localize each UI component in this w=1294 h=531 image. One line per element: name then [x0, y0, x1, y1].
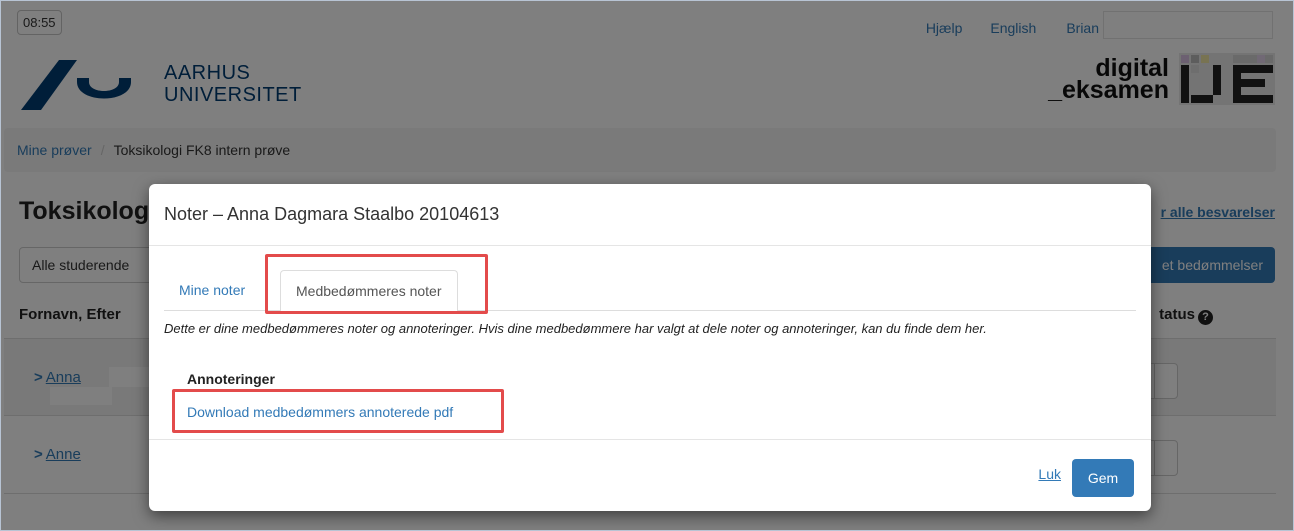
annotations-heading: Annoteringer	[187, 371, 275, 387]
notes-modal: Noter – Anna Dagmara Staalbo 20104613 Mi…	[149, 184, 1151, 511]
tab-my-notes[interactable]: Mine noter	[164, 270, 260, 311]
download-highlight-box	[172, 389, 504, 433]
page: 08:55 Hjælp English Brian AARHUS UNIVERS…	[1, 1, 1293, 530]
modal-footer: Luk Gem	[149, 439, 1151, 511]
close-button[interactable]: Luk	[1038, 466, 1061, 482]
tab-highlight-box	[265, 254, 488, 314]
modal-title: Noter – Anna Dagmara Staalbo 20104613	[164, 204, 500, 224]
save-button[interactable]: Gem	[1072, 459, 1134, 497]
notes-description: Dette er dine medbedømmeres noter og ann…	[164, 321, 987, 336]
modal-header: Noter – Anna Dagmara Staalbo 20104613	[149, 184, 1151, 246]
